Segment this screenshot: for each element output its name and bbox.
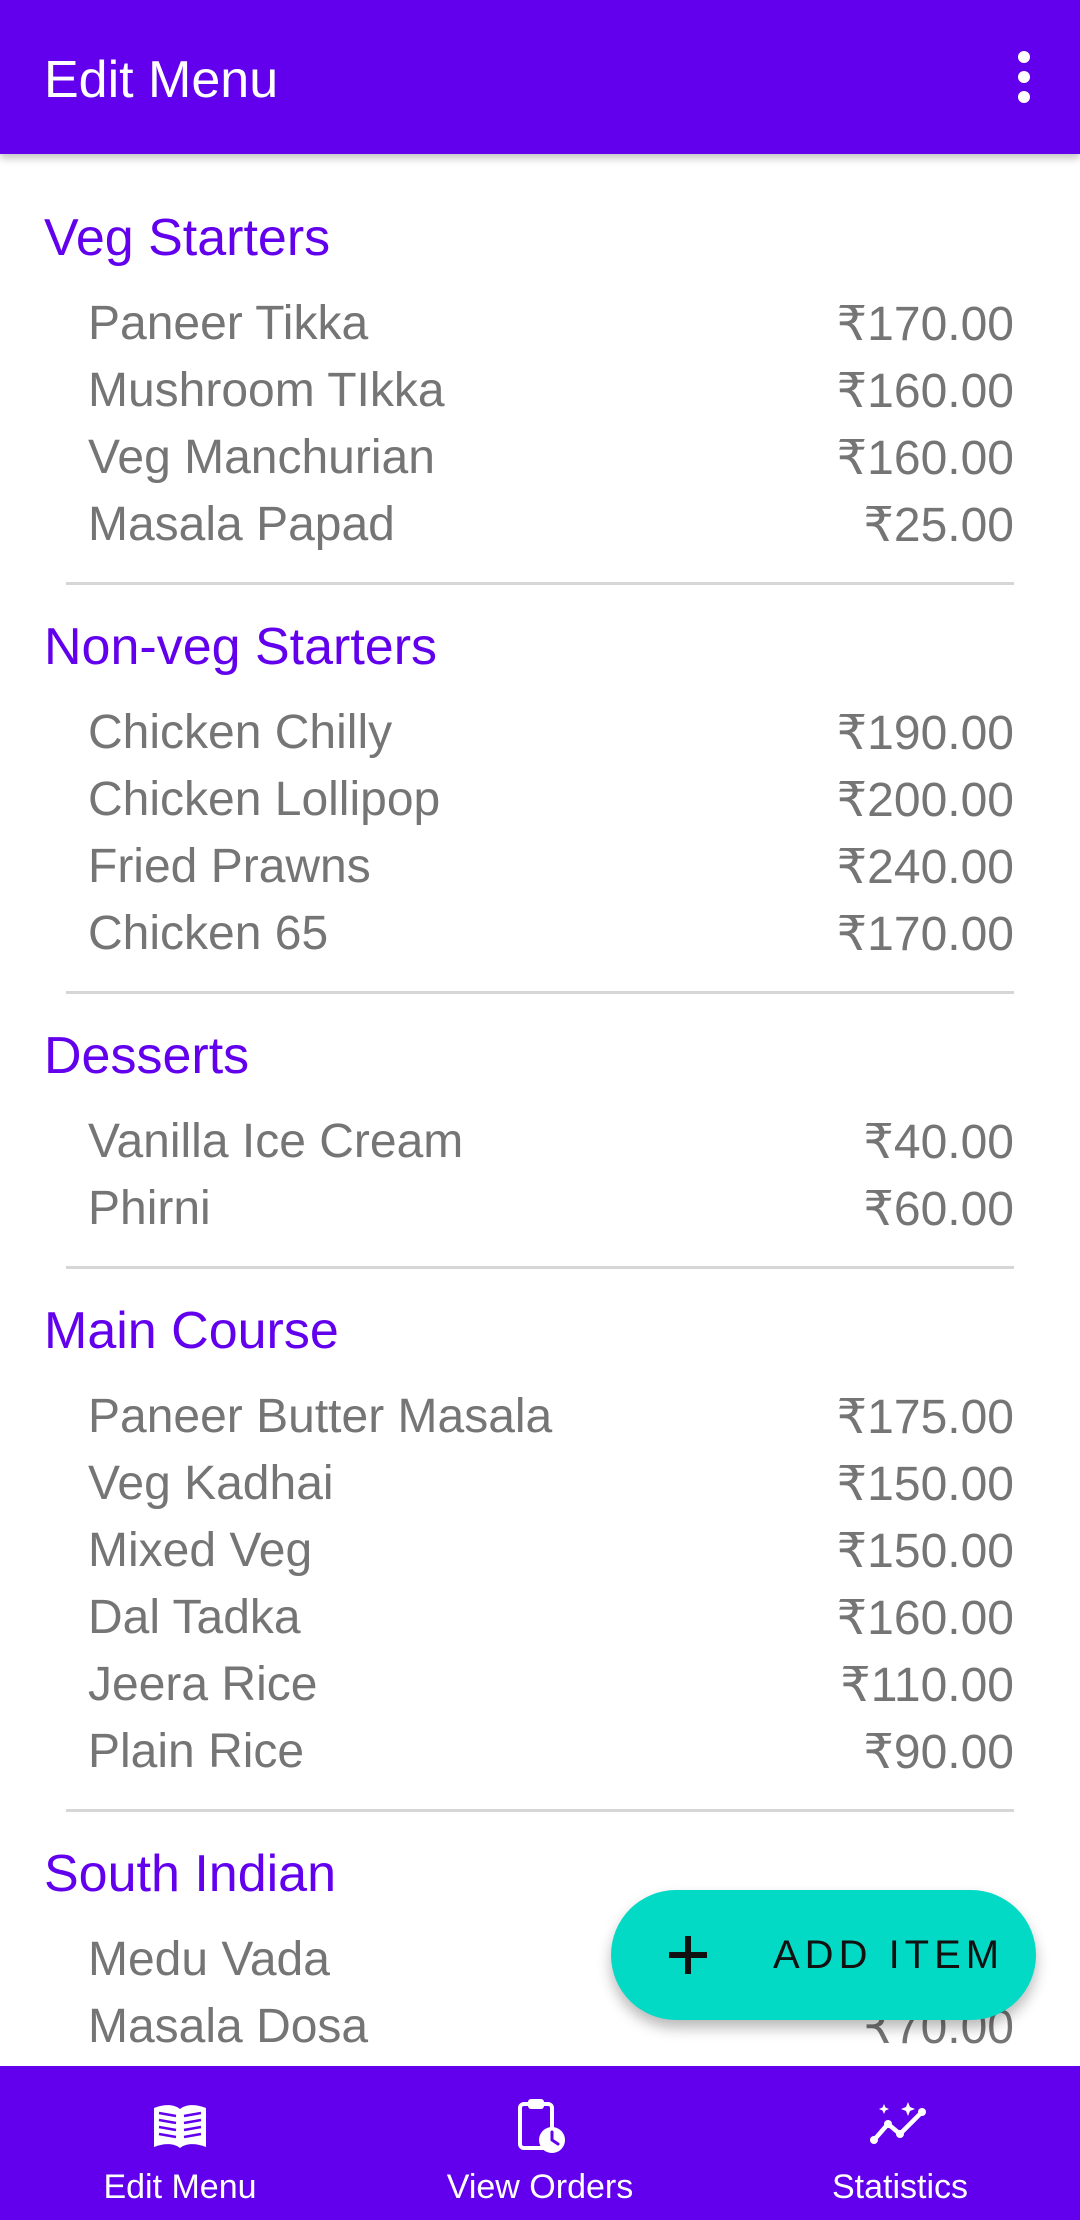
nav-item-statistics[interactable]: Statistics xyxy=(720,2066,1080,2220)
item-price: ₹110.00 xyxy=(840,1658,1014,1712)
item-name: Chicken Lollipop xyxy=(88,773,441,826)
top-app-bar: Edit Menu xyxy=(0,0,1080,154)
item-price: ₹25.00 xyxy=(863,498,1014,552)
nav-item-view-orders[interactable]: View Orders xyxy=(360,2066,720,2220)
item-name: Chicken Chilly xyxy=(88,706,393,759)
menu-item[interactable]: Chicken 65 ₹170.00 xyxy=(0,900,1080,967)
menu-item[interactable]: Paneer Butter Masala ₹175.00 xyxy=(0,1383,1080,1450)
plus-icon xyxy=(669,1936,707,1974)
item-price: ₹60.00 xyxy=(863,1182,1014,1236)
category-non-veg-starters: Non-veg Starters Chicken Chilly ₹190.00 … xyxy=(0,617,1080,994)
menu-list[interactable]: Veg Starters Paneer Tikka ₹170.00 Mushro… xyxy=(0,154,1080,2066)
item-price: ₹170.00 xyxy=(836,297,1014,351)
item-name: Jeera Rice xyxy=(88,1658,318,1711)
item-name: Veg Manchurian xyxy=(88,431,435,484)
item-price: ₹175.00 xyxy=(836,1390,1014,1444)
item-name: Masala Dosa xyxy=(88,2000,369,2053)
menu-item[interactable]: Jeera Rice ₹110.00 xyxy=(0,1651,1080,1718)
category-desserts: Desserts Vanilla Ice Cream ₹40.00 Phirni… xyxy=(0,1026,1080,1269)
item-price: ₹150.00 xyxy=(836,1457,1014,1511)
menu-item[interactable]: Masala Papad ₹25.00 xyxy=(0,491,1080,558)
category-title: Main Course xyxy=(44,1302,339,1360)
menu-item[interactable]: Mushroom TIkka ₹160.00 xyxy=(0,357,1080,424)
menu-item[interactable]: Fried Prawns ₹240.00 xyxy=(0,833,1080,900)
bottom-navigation: Edit Menu View Orders Statistics xyxy=(0,2066,1080,2220)
menu-item[interactable]: Phirni ₹60.00 xyxy=(0,1175,1080,1242)
more-vert-icon xyxy=(1018,51,1030,103)
menu-item[interactable]: Chicken Lollipop ₹200.00 xyxy=(0,766,1080,833)
category-divider xyxy=(66,991,1014,994)
item-name: Paneer Tikka xyxy=(88,297,369,350)
item-price: ₹240.00 xyxy=(836,840,1014,894)
menu-item[interactable]: Vanilla Ice Cream ₹40.00 xyxy=(0,1108,1080,1175)
item-name: Mushroom TIkka xyxy=(88,364,445,417)
category-title: Non-veg Starters xyxy=(44,618,438,676)
menu-item[interactable]: Chicken Chilly ₹190.00 xyxy=(0,699,1080,766)
item-name: Fried Prawns xyxy=(88,840,371,893)
item-price: ₹200.00 xyxy=(836,773,1014,827)
category-title: Desserts xyxy=(44,1027,250,1085)
menu-item[interactable]: Paneer Tikka ₹170.00 xyxy=(0,290,1080,357)
menu-item[interactable]: Plain Rice ₹90.00 xyxy=(0,1718,1080,1785)
item-name: Plain Rice xyxy=(88,1725,305,1778)
category-divider xyxy=(66,1809,1014,1812)
item-name: Masala Papad xyxy=(88,498,395,551)
item-name: Mixed Veg xyxy=(88,1524,313,1577)
item-name: Phirni xyxy=(88,1182,211,1235)
app-screen: Edit Menu Veg Starters Paneer Tikka ₹170… xyxy=(0,0,1080,2220)
category-divider xyxy=(66,1266,1014,1269)
item-price: ₹40.00 xyxy=(863,1115,1014,1169)
item-price: ₹190.00 xyxy=(836,706,1014,760)
item-price: ₹170.00 xyxy=(836,907,1014,961)
item-name: Vanilla Ice Cream xyxy=(88,1115,464,1168)
nav-item-edit-menu[interactable]: Edit Menu xyxy=(0,2066,360,2220)
item-price: ₹160.00 xyxy=(836,364,1014,418)
nav-label: View Orders xyxy=(446,2168,634,2206)
item-name: Chicken 65 xyxy=(88,907,329,960)
menu-item[interactable]: Dal Tadka ₹160.00 xyxy=(0,1584,1080,1651)
category-divider xyxy=(66,582,1014,585)
item-name: Medu Vada xyxy=(88,1933,330,1986)
item-price: ₹160.00 xyxy=(836,1591,1014,1645)
item-name: Paneer Butter Masala xyxy=(88,1390,553,1443)
clipboard-clock-icon xyxy=(518,2099,565,2153)
item-price: ₹150.00 xyxy=(836,1524,1014,1578)
menu-book-icon xyxy=(154,2105,206,2148)
category-title: Veg Starters xyxy=(44,209,331,267)
menu-item[interactable]: Veg Manchurian ₹160.00 xyxy=(0,424,1080,491)
page-title: Edit Menu xyxy=(44,51,279,109)
item-price: ₹90.00 xyxy=(863,1725,1014,1779)
item-name: Dal Tadka xyxy=(88,1591,301,1644)
category-veg-starters: Veg Starters Paneer Tikka ₹170.00 Mushro… xyxy=(0,208,1080,585)
nav-label: Statistics xyxy=(831,2168,969,2206)
menu-item[interactable]: Mixed Veg ₹150.00 xyxy=(0,1517,1080,1584)
add-item-label: ADD ITEM xyxy=(773,1932,1005,1977)
category-main-course: Main Course Paneer Butter Masala ₹175.00… xyxy=(0,1301,1080,1812)
item-name: Veg Kadhai xyxy=(88,1457,334,1510)
overflow-menu-button[interactable] xyxy=(984,37,1064,117)
add-item-button[interactable]: ADD ITEM xyxy=(611,1890,1036,2020)
item-price: ₹160.00 xyxy=(836,431,1014,485)
menu-item[interactable]: Veg Kadhai ₹150.00 xyxy=(0,1450,1080,1517)
insights-icon xyxy=(870,2102,926,2144)
nav-label: Edit Menu xyxy=(103,2168,257,2206)
